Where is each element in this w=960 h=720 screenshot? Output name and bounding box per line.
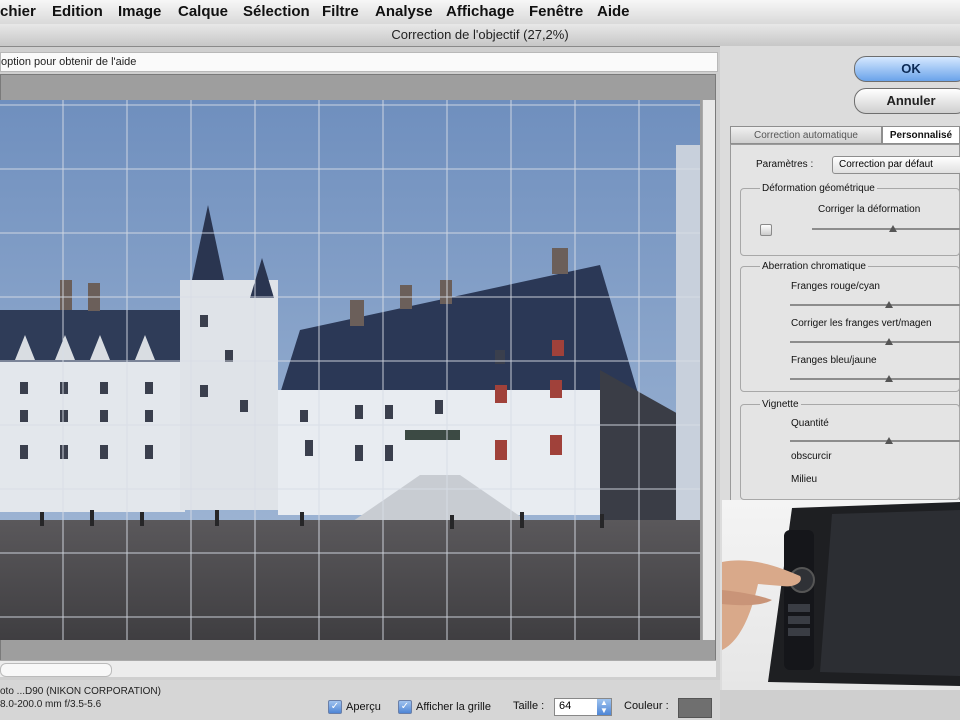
- grid-color-swatch[interactable]: [678, 698, 712, 718]
- menu-item-affichage[interactable]: Affichage: [446, 3, 514, 20]
- blue-yellow-slider[interactable]: [790, 375, 960, 382]
- preview-label: Aperçu: [346, 701, 381, 713]
- distortion-tool-checkbox[interactable]: [760, 224, 772, 236]
- grid-size-value: 64: [559, 700, 572, 712]
- green-magenta-slider[interactable]: [790, 338, 960, 345]
- distortion-slider[interactable]: [812, 225, 960, 232]
- params-label: Paramètres :: [756, 159, 814, 170]
- green-magenta-slider-knob[interactable]: [884, 338, 893, 345]
- menu-item-edition[interactable]: Edition: [52, 3, 103, 20]
- show-grid-option[interactable]: ✓ Afficher la grille: [398, 700, 491, 714]
- size-label-wrap: Taille :: [513, 700, 544, 712]
- params-select[interactable]: Correction par défaut: [832, 156, 960, 174]
- menu-item-analyse[interactable]: Analyse: [375, 3, 433, 20]
- grid-size-stepper[interactable]: ▲ ▼: [597, 699, 611, 715]
- blue-yellow-slider-knob[interactable]: [884, 375, 893, 382]
- vignette-amount-slider[interactable]: [790, 437, 960, 444]
- grid-size-input[interactable]: 64 ▲ ▼: [554, 698, 612, 716]
- red-cyan-label: Franges rouge/cyan: [791, 281, 880, 292]
- show-grid-checkbox[interactable]: ✓: [398, 700, 412, 714]
- tablet-video-inset: [722, 500, 960, 690]
- menu-item-filtre[interactable]: Filtre: [322, 3, 359, 20]
- red-cyan-slider-knob[interactable]: [884, 301, 893, 308]
- settings-tabs: Correction automatique Personnalisé: [730, 126, 960, 144]
- ok-button[interactable]: OK: [854, 56, 960, 82]
- image-preview[interactable]: [0, 100, 700, 640]
- preview-option[interactable]: ✓ Aperçu: [328, 700, 381, 714]
- tab-auto-correction[interactable]: Correction automatique: [730, 126, 882, 144]
- camera-info-line1: oto ...D90 (NIKON CORPORATION): [0, 686, 161, 697]
- distortion-slider-knob[interactable]: [889, 225, 898, 232]
- size-label: Taille :: [513, 700, 545, 712]
- chromatic-group-title: Aberration chromatique: [760, 261, 868, 272]
- menu-item-image[interactable]: Image: [118, 3, 161, 20]
- geometric-distortion-group: [740, 188, 960, 256]
- menu-item-aide[interactable]: Aide: [597, 3, 630, 20]
- cancel-button[interactable]: Annuler: [854, 88, 960, 114]
- params-select-value: Correction par défaut: [839, 159, 933, 170]
- vignette-group: [740, 404, 960, 500]
- hint-bar: option pour obtenir de l'aide: [0, 52, 718, 72]
- panel-bottom-strip: [720, 690, 960, 720]
- geometric-group-title: Déformation géométrique: [760, 183, 877, 194]
- hint-text: option pour obtenir de l'aide: [1, 56, 137, 68]
- vignette-midpoint-label: Milieu: [791, 474, 818, 485]
- vignette-darken-label: obscurcir: [791, 451, 832, 462]
- vertical-scrollbar[interactable]: [702, 100, 715, 640]
- camera-info-line2: 8.0-200.0 mm f/3.5-5.6: [0, 699, 102, 710]
- color-label-wrap: Couleur :: [624, 700, 669, 712]
- dialog-title-bar: Correction de l'objectif (27,2%): [0, 24, 960, 47]
- menu-item-fichier[interactable]: chier: [0, 3, 36, 20]
- menu-item-fenetre[interactable]: Fenêtre: [529, 3, 583, 20]
- show-grid-label: Afficher la grille: [416, 701, 491, 713]
- blue-yellow-label: Franges bleu/jaune: [791, 355, 877, 366]
- menu-item-selection[interactable]: Sélection: [243, 3, 310, 20]
- horizontal-scrollbar-thumb[interactable]: [0, 663, 112, 677]
- tab-custom[interactable]: Personnalisé: [882, 126, 960, 144]
- vignette-group-title: Vignette: [760, 399, 801, 410]
- color-label: Couleur :: [624, 700, 669, 712]
- vignette-amount-label: Quantité: [791, 418, 829, 429]
- horizontal-scrollbar[interactable]: [0, 660, 716, 677]
- vignette-amount-slider-knob[interactable]: [884, 437, 893, 444]
- preview-checkbox[interactable]: ✓: [328, 700, 342, 714]
- green-magenta-label: Corriger les franges vert/magen: [791, 318, 932, 329]
- menu-bar: chier Edition Image Calque Sélection Fil…: [0, 0, 960, 25]
- castle-photo: [0, 100, 700, 640]
- distortion-slider-label: Corriger la déformation: [818, 204, 921, 215]
- graphics-tablet-image: [722, 502, 960, 686]
- red-cyan-slider[interactable]: [790, 301, 960, 308]
- dialog-title: Correction de l'objectif (27,2%): [391, 27, 569, 42]
- menu-item-calque[interactable]: Calque: [178, 3, 228, 20]
